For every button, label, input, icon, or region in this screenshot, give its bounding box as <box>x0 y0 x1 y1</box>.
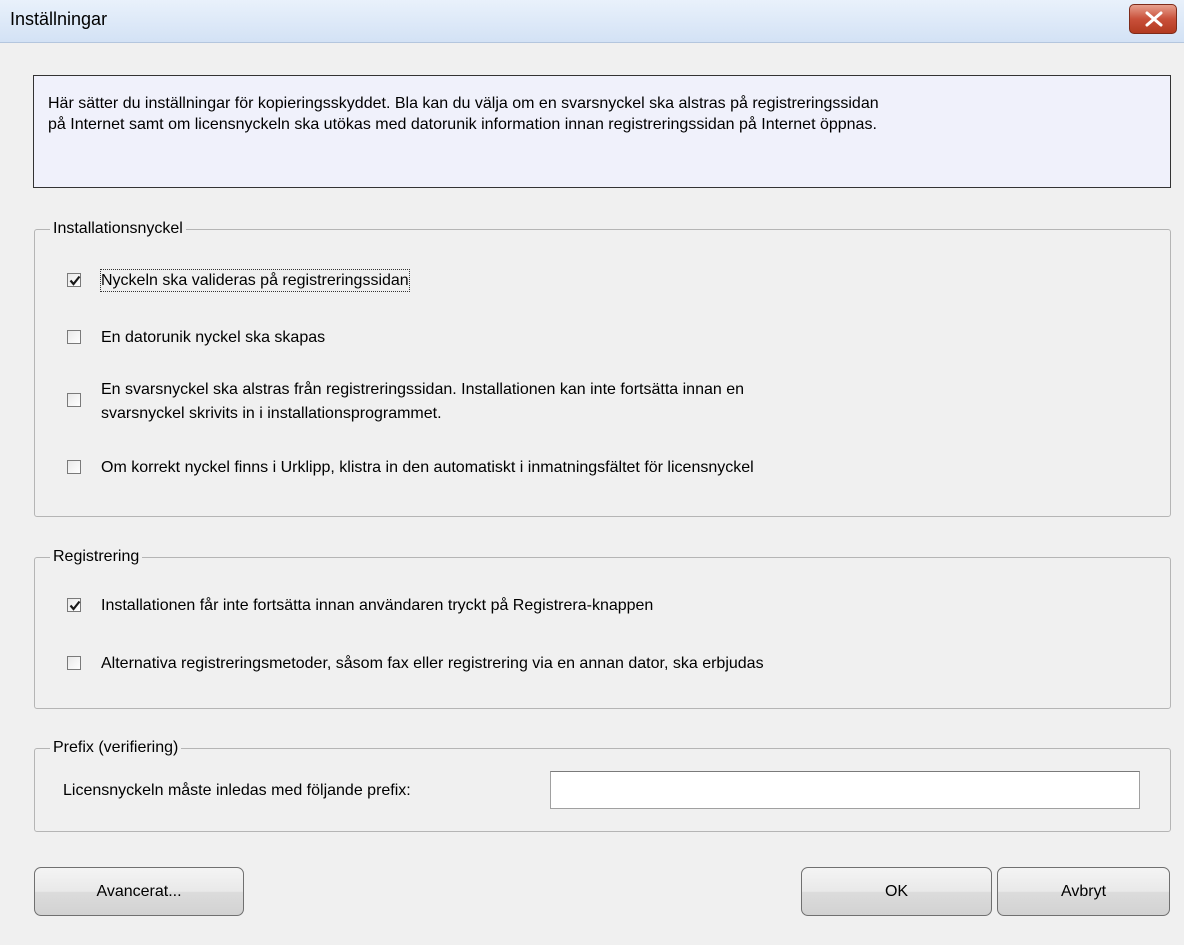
checkbox-label-require-register[interactable]: Installationen får inte fortsätta innan … <box>101 595 653 616</box>
checkbox-clipboard-paste[interactable] <box>67 460 81 474</box>
cancel-button[interactable]: Avbryt <box>997 867 1170 916</box>
info-box: Här sätter du inställningar för kopierin… <box>33 75 1171 188</box>
checkbox-computer-unique-key[interactable] <box>67 330 81 344</box>
checkbox-label-computer-unique-key[interactable]: En datorunik nyckel ska skapas <box>101 327 325 348</box>
title-bar: Inställningar <box>0 0 1184 43</box>
checkbox-label-alternative-methods[interactable]: Alternativa registreringsmetoder, såsom … <box>101 653 764 674</box>
checkmark-icon <box>69 275 81 286</box>
close-icon <box>1145 11 1163 27</box>
ok-button[interactable]: OK <box>801 867 992 916</box>
prefix-label: Licensnyckeln måste inledas med följande… <box>63 782 411 799</box>
group-registrering: Registrering <box>34 546 1171 709</box>
group-legend-prefix: Prefix (verifiering) <box>50 737 182 759</box>
window-title: Inställningar <box>10 9 108 29</box>
checkbox-require-register[interactable] <box>67 598 81 612</box>
checkbox-alternative-methods[interactable] <box>67 656 81 670</box>
checkbox-validate-key[interactable] <box>67 273 81 287</box>
checkbox-response-key[interactable] <box>67 393 81 407</box>
prefix-input[interactable] <box>550 771 1140 809</box>
checkbox-label-response-key-line2[interactable]: svarsnyckel skrivits in i installationsp… <box>101 403 442 424</box>
group-legend-installationsnyckel: Installationsnyckel <box>50 218 186 240</box>
checkmark-icon <box>69 600 81 611</box>
info-text-line1: Här sätter du inställningar för kopierin… <box>48 95 879 112</box>
checkbox-label-validate-key[interactable]: Nyckeln ska valideras på registreringssi… <box>100 269 410 292</box>
close-button[interactable] <box>1129 4 1177 34</box>
advanced-button[interactable]: Avancerat... <box>34 867 244 916</box>
info-text-line2: på Internet samt om licensnyckeln ska ut… <box>48 116 877 133</box>
checkbox-label-clipboard-paste[interactable]: Om korrekt nyckel finns i Urklipp, klist… <box>101 457 754 478</box>
checkbox-label-response-key-line1[interactable]: En svarsnyckel ska alstras från registre… <box>101 379 744 400</box>
group-legend-registrering: Registrering <box>50 546 143 568</box>
